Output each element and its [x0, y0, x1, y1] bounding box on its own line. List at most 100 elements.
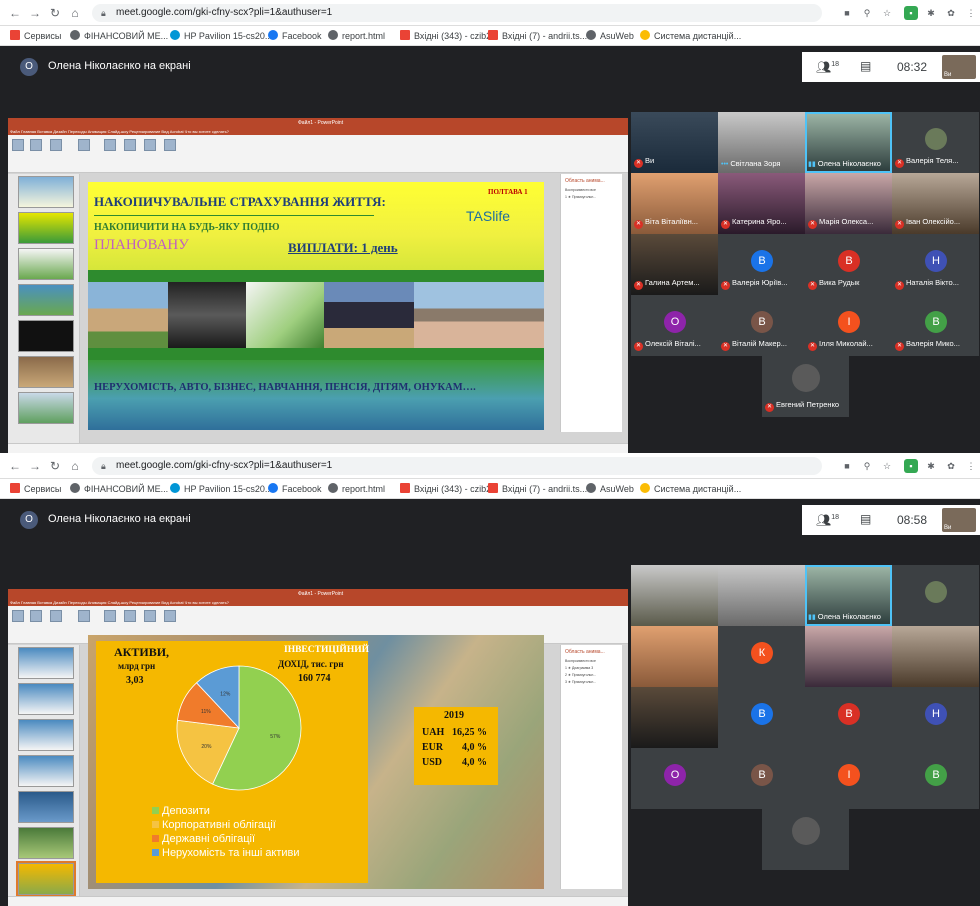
participant-tile[interactable]	[718, 565, 805, 626]
participant-tile[interactable]: Н ✕ Наталія Вікто...	[892, 234, 979, 295]
camera-icon[interactable]: ■	[840, 6, 854, 20]
menu-icon[interactable]: ⋮	[964, 6, 978, 20]
participant-tile[interactable]	[631, 687, 718, 748]
participant-tile[interactable]	[762, 809, 849, 870]
back-icon[interactable]: ←	[8, 6, 22, 20]
home-icon[interactable]: ⌂	[68, 459, 82, 473]
ribbon-button[interactable]	[12, 610, 24, 622]
chat-icon[interactable]: ▤	[860, 59, 871, 73]
participant-tile[interactable]	[892, 626, 979, 687]
star-icon[interactable]: ☆	[880, 459, 894, 473]
reload-icon[interactable]: ↻	[48, 6, 62, 20]
puzzle-icon[interactable]: ✱	[924, 6, 938, 20]
ribbon-button[interactable]	[50, 610, 62, 622]
participant-tile[interactable]: І	[805, 748, 892, 809]
bookmark-5[interactable]: Вхідні (343) - czib2...	[400, 30, 499, 42]
url-field[interactable]: 🔒︎ meet.google.com/gki-cfny-scx?pli=1&au…	[92, 457, 822, 475]
participant-tile[interactable]: О	[631, 748, 718, 809]
ribbon-button[interactable]	[164, 139, 176, 151]
participant-tile[interactable]: ✕ Іван Олексійо...	[892, 173, 979, 234]
back-icon[interactable]: ←	[8, 459, 22, 473]
participant-tile-speaking[interactable]: ▮▮ Олена Ніколаєнко	[805, 112, 892, 173]
ribbon-button[interactable]	[30, 139, 42, 151]
ribbon-button[interactable]	[50, 139, 62, 151]
bookmark-8[interactable]: Система дистанцій...	[640, 483, 741, 495]
participant-tile[interactable]: В	[892, 748, 979, 809]
slide-thumbnail[interactable]	[18, 719, 74, 751]
ribbon-button[interactable]	[164, 610, 176, 622]
participant-tile[interactable]: ✕ Валерія Теля...	[892, 112, 979, 173]
slide-thumbnail[interactable]	[18, 827, 74, 859]
profile-icon[interactable]: ✿	[944, 6, 958, 20]
animation-item[interactable]: 1 ★ Диаграмма 3	[565, 666, 593, 670]
participant-tile[interactable]	[805, 626, 892, 687]
participant-tile[interactable]: І ✕ Ілля Миколай...	[805, 295, 892, 356]
bookmark-6[interactable]: Вхідні (7) - andrii.ts...	[488, 483, 587, 495]
self-view[interactable]: Ви	[942, 508, 976, 532]
slide-thumbnail[interactable]	[18, 176, 74, 208]
participant-tile[interactable]: ✕ Ви	[631, 112, 718, 173]
participant-tile[interactable]: В ✕ Віталій Макер...	[718, 295, 805, 356]
bookmark-3[interactable]: Facebook	[268, 483, 322, 495]
ribbon-button[interactable]	[12, 139, 24, 151]
ribbon-button[interactable]	[78, 139, 90, 151]
slide-thumbnail[interactable]	[18, 320, 74, 352]
menu-icon[interactable]: ⋮	[964, 459, 978, 473]
bookmark-5[interactable]: Вхідні (343) - czib2...	[400, 483, 499, 495]
forward-icon[interactable]: →	[28, 6, 42, 20]
bookmark-3[interactable]: Facebook	[268, 30, 322, 42]
participant-tile[interactable]: В	[718, 687, 805, 748]
slide-thumbnail[interactable]	[18, 248, 74, 280]
bookmark-services[interactable]: Сервисы	[10, 483, 61, 495]
extension-icon[interactable]: ▪	[904, 459, 918, 473]
reload-icon[interactable]: ↻	[48, 459, 62, 473]
play-all-button[interactable]: Воспроизвести все	[565, 659, 596, 663]
participant-tile[interactable]: Н	[892, 687, 979, 748]
ribbon-button[interactable]	[104, 139, 116, 151]
zoom-icon[interactable]: ⚲	[860, 6, 874, 20]
bookmark-4[interactable]: report.html	[328, 483, 385, 495]
people-button[interactable]: 👥︎18	[816, 513, 839, 527]
participant-tile[interactable]	[892, 565, 979, 626]
bookmark-8[interactable]: Система дистанцій...	[640, 30, 741, 42]
bookmark-7[interactable]: AsuWeb	[586, 30, 634, 42]
slide-thumbnail[interactable]	[18, 356, 74, 388]
bookmark-4[interactable]: report.html	[328, 30, 385, 42]
participant-tile[interactable]	[631, 565, 718, 626]
participant-tile[interactable]: ✕ Катерина Яро...	[718, 173, 805, 234]
participant-tile[interactable]: О ✕ Олексій Віталі...	[631, 295, 718, 356]
url-field[interactable]: 🔒︎ meet.google.com/gki-cfny-scx?pli=1&au…	[92, 4, 822, 22]
ppt-menu[interactable]: Файл Главная Вставка Дизайн Переходы Ани…	[8, 599, 628, 606]
participant-tile[interactable]: ✕ Віта Віталіївн...	[631, 173, 718, 234]
slide-thumbnail[interactable]	[18, 683, 74, 715]
people-button[interactable]: 👥︎18	[816, 60, 839, 74]
bookmark-2[interactable]: HP Pavilion 15-cs20...	[170, 30, 272, 42]
bookmark-7[interactable]: AsuWeb	[586, 483, 634, 495]
bookmark-services[interactable]: Сервисы	[10, 30, 61, 42]
slide-thumbnail[interactable]	[18, 647, 74, 679]
participant-tile[interactable]	[631, 626, 718, 687]
participant-tile[interactable]: ••• Світлана Зоря	[718, 112, 805, 173]
ribbon-button[interactable]	[144, 139, 156, 151]
extension-icon[interactable]: ▪	[904, 6, 918, 20]
slide-thumbnail[interactable]	[18, 791, 74, 823]
ribbon-button[interactable]	[78, 610, 90, 622]
self-view[interactable]: Ви	[942, 55, 976, 79]
bookmark-6[interactable]: Вхідні (7) - andrii.ts...	[488, 30, 587, 42]
chat-icon[interactable]: ▤	[860, 512, 871, 526]
bookmark-1[interactable]: ФІНАНСОВИЙ МЕ...	[70, 483, 168, 495]
puzzle-icon[interactable]: ✱	[924, 459, 938, 473]
slide-thumbnail-selected[interactable]	[16, 861, 76, 897]
camera-icon[interactable]: ■	[840, 459, 854, 473]
animation-item[interactable]: 1 ★ Прямоугольн...	[565, 195, 596, 199]
participant-tile[interactable]: В	[805, 687, 892, 748]
participant-tile[interactable]: В ✕ Вика Рудык	[805, 234, 892, 295]
participant-tile-speaking[interactable]: ▮▮ Олена Ніколаєнко	[805, 565, 892, 626]
participant-tile[interactable]: В	[718, 748, 805, 809]
participant-tile[interactable]: ✕ Галина Артем...	[631, 234, 718, 295]
slide-thumbnail[interactable]	[18, 284, 74, 316]
slide-thumbnail[interactable]	[18, 392, 74, 424]
ribbon-button[interactable]	[124, 610, 136, 622]
bookmark-1[interactable]: ФІНАНСОВИЙ МЕ...	[70, 30, 168, 42]
slide-thumbnail[interactable]	[18, 212, 74, 244]
